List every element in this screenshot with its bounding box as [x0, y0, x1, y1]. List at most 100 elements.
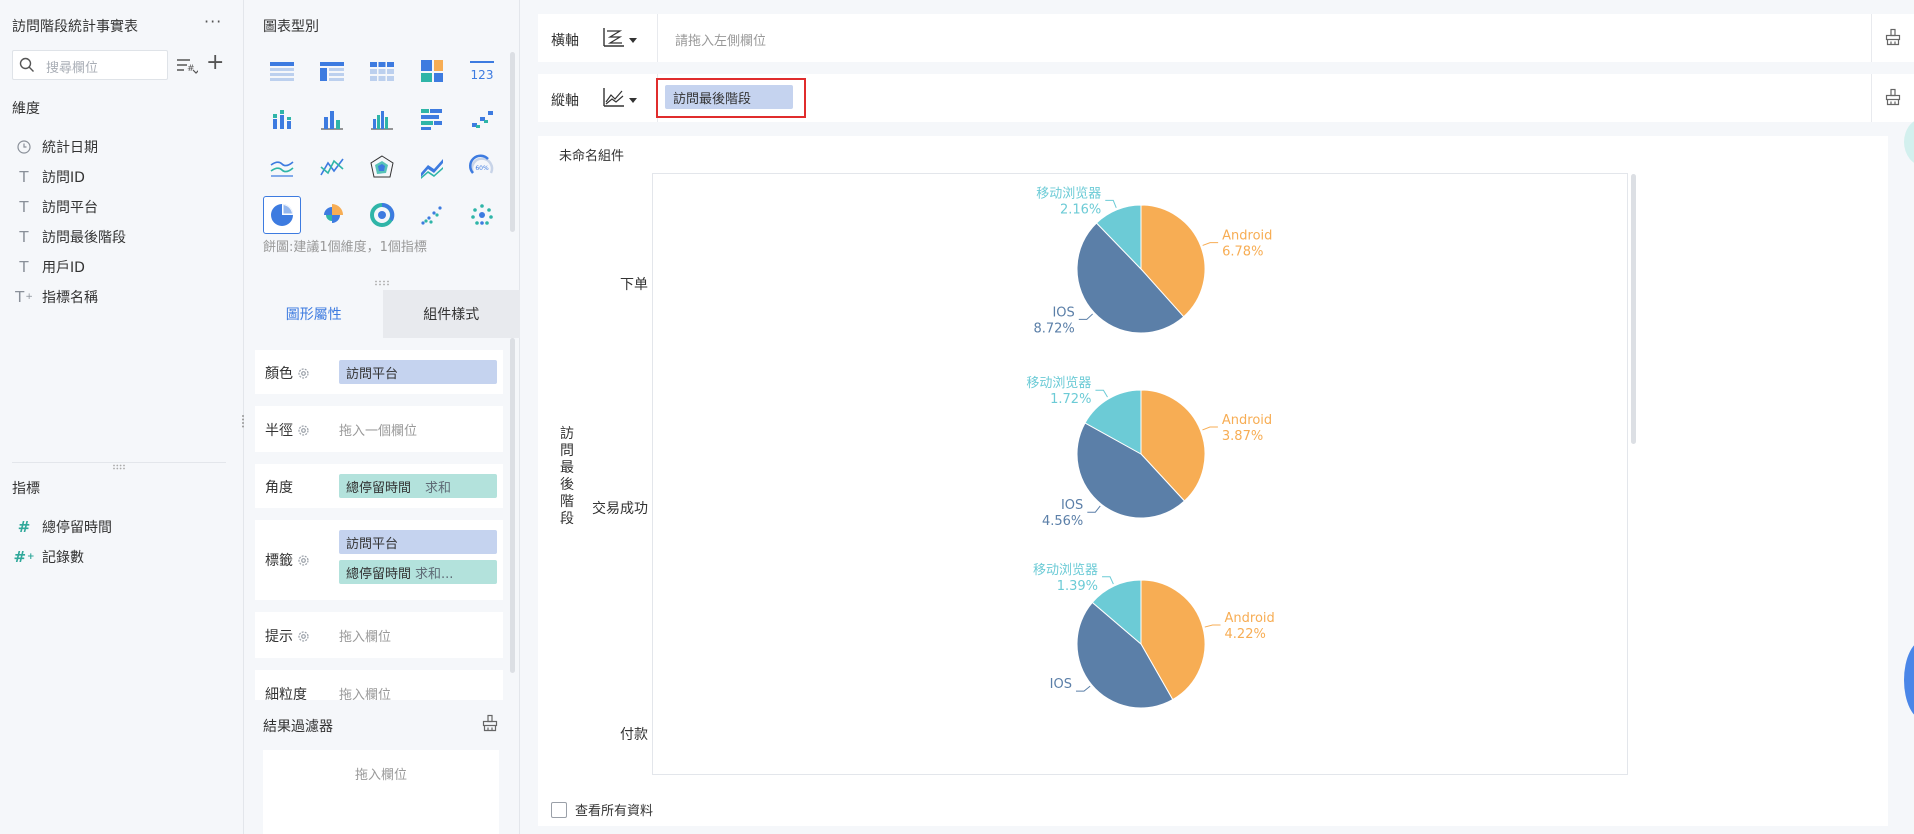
cross-table-chart-type[interactable] [363, 52, 401, 90]
kpi-chart-type[interactable]: 123 [463, 52, 501, 90]
area-chart-type[interactable] [413, 148, 451, 186]
radar-chart-type[interactable] [363, 148, 401, 186]
dimension-field[interactable]: T 訪問平台 [12, 196, 98, 218]
resize-grip-icon[interactable] [374, 280, 390, 286]
radius-drop-zone[interactable]: 拖入一個欄位 [339, 420, 417, 439]
x-axis-shelf[interactable]: 橫軸 請拖入左側欄位 [538, 14, 1914, 62]
grouped-bar-chart-type[interactable] [363, 100, 401, 138]
dimension-field[interactable]: T 訪問最後階段 [12, 226, 126, 248]
scatter-bar-chart-type[interactable] [463, 100, 501, 138]
chart-config-panel: 圖表型別 123 60% 餅圖:建議1個維度，1個指標 圖形屬性 組件樣式 顏色… [245, 0, 520, 834]
label-leader [1095, 389, 1108, 398]
gear-icon[interactable] [297, 630, 310, 643]
text-field-icon: T [19, 168, 29, 186]
tab-graphic-properties[interactable]: 圖形屬性 [245, 290, 383, 338]
label-metric-chip[interactable]: 總停留時間 求和... [339, 560, 497, 584]
rose-chart-icon [324, 204, 343, 223]
cross-table-icon [370, 62, 394, 81]
axis-type-icon[interactable] [602, 26, 626, 48]
rose-chart-type[interactable] [313, 196, 351, 234]
more-options-button[interactable]: ··· [204, 12, 222, 31]
chart-canvas[interactable]: 未命名組件 訪問最後階段 下单 交易成功 付款 Android 6.78% IOS 8… [538, 136, 1888, 826]
line-chart-type[interactable] [263, 148, 301, 186]
resize-grip-icon[interactable] [112, 464, 126, 470]
widget-title[interactable]: 未命名組件 [559, 145, 624, 164]
angle-field-chip[interactable]: 總停留時間 求和 [339, 474, 497, 498]
pie-chart-type[interactable] [263, 196, 301, 234]
category-label: 付款 [620, 727, 648, 743]
angle-property[interactable]: 角度 總停留時間 求和 [255, 464, 503, 508]
search-icon [19, 57, 34, 72]
table-chart-type[interactable] [263, 52, 301, 90]
area-chart-icon [421, 159, 443, 179]
metric-field[interactable]: # + 記錄數 [12, 546, 84, 568]
stacked-bar-chart-type[interactable] [263, 100, 301, 138]
granularity-drop-zone[interactable]: 拖入欄位 [339, 684, 391, 700]
treemap-chart-type[interactable] [413, 52, 451, 90]
grouped-table-chart-type[interactable] [313, 52, 351, 90]
pie-1[interactable]: Android3.87% IOS4.56% 移动浏览器1.72% [1026, 375, 1272, 529]
properties-scrollbar[interactable] [510, 338, 515, 673]
field-search[interactable]: 搜尋欄位 [12, 50, 168, 80]
axis-type-icon[interactable] [602, 86, 626, 108]
label-leader [1202, 242, 1219, 246]
multi-line-chart-type[interactable] [313, 148, 351, 186]
slice-percent-label: 1.39% [1057, 579, 1098, 594]
horizontal-bar-chart-type[interactable] [413, 100, 451, 138]
clear-icon[interactable] [1884, 28, 1902, 46]
scatter-chart-type[interactable] [413, 196, 451, 234]
slice-name-label: 移动浏览器 [1036, 185, 1101, 201]
color-field-chip[interactable]: 訪問平台 [339, 360, 497, 384]
tab-component-style[interactable]: 組件樣式 [382, 290, 520, 338]
search-input[interactable]: 搜尋欄位 [46, 57, 98, 76]
pie-2[interactable]: Android4.22% IOS 移动浏览器1.39% [1033, 562, 1275, 709]
bubble-chart-type[interactable] [463, 196, 501, 234]
metrics-heading: 指標 [12, 481, 40, 497]
pie-0[interactable]: Android6.78% IOS8.72% 移动浏览器2.16% [1033, 185, 1272, 336]
result-filter-drop-zone[interactable]: 拖入欄位 [263, 750, 499, 834]
chevron-down-icon[interactable] [629, 98, 637, 103]
label-leader [1202, 426, 1218, 431]
dimension-field[interactable]: T + 指標名稱 [12, 286, 98, 308]
dimension-field[interactable]: 統計日期 [12, 136, 98, 158]
gear-icon[interactable] [297, 554, 310, 567]
tooltip-property[interactable]: 提示 拖入欄位 [255, 612, 503, 658]
chart-type-scrollbar[interactable] [510, 52, 515, 232]
clear-icon[interactable] [481, 714, 499, 732]
svg-text:60%: 60% [475, 165, 489, 172]
dimension-field[interactable]: T 訪問ID [12, 166, 85, 188]
add-field-button[interactable]: + [206, 52, 224, 74]
color-property[interactable]: 顏色 訪問平台 [255, 350, 503, 394]
field-sort-icon[interactable]: # [176, 56, 198, 76]
metric-field[interactable]: # 總停留時間 [12, 516, 112, 538]
chevron-down-icon[interactable] [629, 38, 637, 43]
gauge-chart-type[interactable]: 60% [463, 148, 501, 186]
gear-icon[interactable] [297, 367, 310, 380]
tooltip-drop-zone[interactable]: 拖入欄位 [339, 626, 391, 645]
pie-plot-area[interactable]: Android 6.78% IOS 8.72% 移动浏览器 2.16% Android 3.8… [652, 173, 1628, 775]
label-field-chip[interactable]: 訪問平台 [339, 530, 497, 554]
grouped-table-icon [320, 62, 344, 81]
horizontal-bar-icon [421, 109, 442, 130]
clear-icon[interactable] [1884, 88, 1902, 106]
y-axis-shelf[interactable]: 縱軸 訪問最後階段 [538, 74, 1914, 122]
pie-charts[interactable]: Android6.78%IOS8.72%移动浏览器2.16% Android3.8… [653, 174, 1628, 775]
radar-icon [370, 155, 394, 178]
plot-scrollbar[interactable] [1631, 174, 1636, 444]
view-all-checkbox[interactable] [551, 801, 567, 818]
label-property[interactable]: 標籤 訪問平台 總停留時間 求和... [255, 520, 503, 600]
label-leader [1102, 576, 1114, 585]
side-handle[interactable] [1904, 118, 1914, 166]
granularity-property[interactable]: 細粒度 拖入欄位 [255, 670, 503, 700]
donut-chart-type[interactable] [363, 196, 401, 234]
view-all-data-toggle[interactable]: 查看所有資料 [551, 800, 653, 819]
slice-name-label: Android [1222, 413, 1272, 428]
gear-icon[interactable] [297, 424, 310, 437]
radius-property[interactable]: 半徑 拖入一個欄位 [255, 406, 503, 452]
text-field-icon: T [19, 198, 29, 216]
bar-chart-type[interactable] [313, 100, 351, 138]
dimension-field[interactable]: T 用戶ID [12, 256, 85, 278]
text-field-icon: T [19, 258, 29, 276]
x-axis-drop-zone[interactable]: 請拖入左側欄位 [675, 30, 766, 49]
bubble-chart-icon [471, 204, 493, 225]
